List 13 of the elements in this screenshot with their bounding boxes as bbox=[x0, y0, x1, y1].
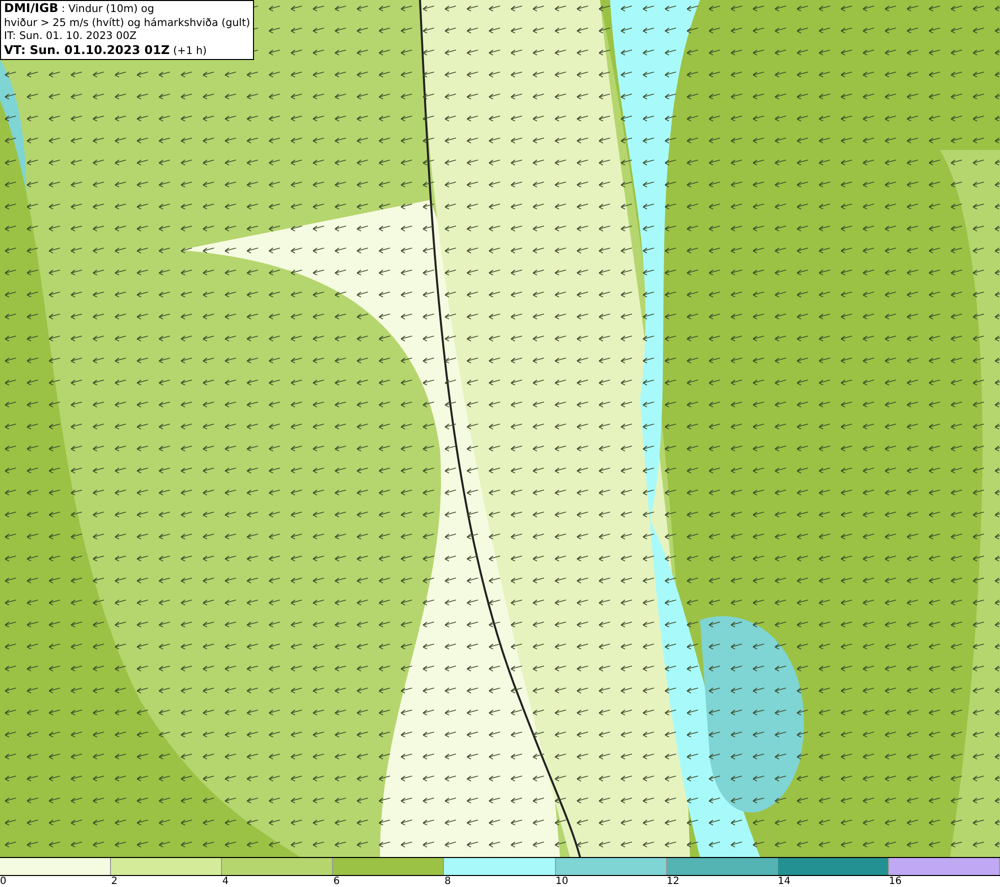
legend-tick-label: 0 bbox=[0, 876, 6, 887]
legend-tick-label: 2 bbox=[111, 876, 118, 887]
title-line: IT: Sun. 01. 10. 2023 00Z bbox=[4, 30, 138, 44]
legend-tick-label: 6 bbox=[333, 876, 340, 887]
legend-tick-label: 4 bbox=[222, 876, 229, 887]
legend-tick-label: 16 bbox=[888, 876, 902, 887]
title-line: hviður > 25 m/s (hvítt) og hámarkshviða (gult) bbox=[4, 16, 250, 30]
title-line: VT: Sun. 01.10.2023 01Z (+1 h) bbox=[4, 44, 208, 58]
legend-tick-label: 8 bbox=[444, 876, 451, 887]
legend-tick-label: 10 bbox=[556, 876, 568, 887]
legend-tick-label: 14 bbox=[778, 876, 790, 887]
title-line: DMI/IGB : Vindur (10m) og bbox=[4, 2, 156, 16]
legend-tick-label: 12 bbox=[666, 876, 680, 887]
